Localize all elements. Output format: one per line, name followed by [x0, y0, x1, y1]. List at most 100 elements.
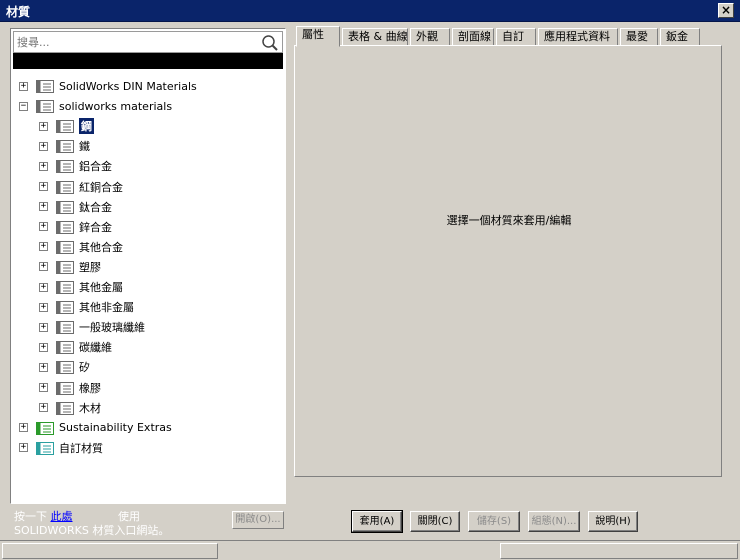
tree-item[interactable]: + 矽 — [39, 358, 90, 376]
tree-item-label: Sustainability Extras — [59, 421, 172, 435]
tree-item-label: 鐵 — [79, 140, 90, 154]
material-tree-panel: + SolidWorks DIN Materials − solidworks mat… — [10, 28, 286, 504]
material-library-icon — [56, 321, 74, 335]
materials-dialog: + SolidWorks DIN Materials − solidworks mat… — [0, 22, 740, 540]
apply-button[interactable]: 套用(A) — [351, 510, 403, 533]
tree-item[interactable]: + 塑膠 — [39, 258, 101, 276]
tab-4[interactable]: 自訂 — [496, 28, 536, 46]
expand-icon[interactable]: + — [39, 403, 48, 413]
tree-item-label: 其他非金屬 — [79, 301, 134, 315]
expand-icon[interactable]: + — [39, 222, 48, 232]
expand-icon[interactable]: + — [39, 383, 48, 392]
tab-3[interactable]: 剖面線 — [452, 28, 494, 46]
tree-item[interactable]: + 鈦合金 — [39, 198, 112, 216]
tree-item-label: 其他金屬 — [79, 281, 123, 294]
tree-item[interactable]: + SolidWorks DIN Materials — [19, 77, 197, 95]
tab-0[interactable]: 屬性 — [296, 26, 340, 47]
expand-icon[interactable]: + — [39, 342, 48, 352]
save-button[interactable]: 儲存(S) — [468, 511, 520, 532]
tree-item-label: 鋅合金 — [79, 220, 112, 234]
tab-1[interactable]: 表格 & 曲線 — [342, 28, 408, 46]
expand-icon[interactable]: + — [39, 262, 48, 272]
tree-item[interactable]: + 其他合金 — [39, 238, 123, 256]
background-window-item — [500, 543, 738, 559]
tab-6[interactable]: 最愛 — [620, 28, 658, 46]
tree-item[interactable]: + Sustainability Extras — [19, 419, 172, 437]
tree-item-label: 紅銅合金 — [79, 180, 123, 194]
material-library-icon — [56, 240, 74, 254]
search-box[interactable] — [13, 31, 283, 53]
material-library-icon — [56, 160, 74, 174]
background-strip — [0, 540, 740, 560]
material-library-icon — [56, 361, 74, 375]
open-button[interactable]: 開啟(O)... — [232, 511, 284, 529]
tree-item-label: 鋼 — [79, 118, 94, 135]
portal-text-line2: SOLIDWORKS 材質入口網站。 — [14, 524, 170, 537]
material-library-icon — [56, 401, 74, 415]
expand-icon[interactable]: + — [39, 182, 48, 191]
tree-item[interactable]: + 自訂材質 — [19, 439, 103, 457]
material-library-icon — [36, 80, 54, 93]
tree-item-label: SolidWorks DIN Materials — [59, 79, 197, 93]
material-library-icon — [36, 421, 54, 435]
expand-icon[interactable]: + — [39, 141, 48, 151]
config-button[interactable]: 組態(N)... — [528, 511, 580, 532]
expand-icon[interactable]: + — [39, 202, 48, 212]
expand-icon[interactable]: + — [39, 322, 48, 332]
tree-item[interactable]: + 其他金屬 — [39, 278, 123, 296]
material-library-icon — [56, 260, 74, 274]
material-library-icon — [56, 220, 74, 234]
tree-item-label: 自訂材質 — [59, 441, 103, 455]
title-bar[interactable]: 材質 × — [0, 0, 740, 22]
tree-item-label: 鈦合金 — [79, 200, 112, 214]
tree-item-label: 其他合金 — [79, 240, 123, 254]
close-dialog-button[interactable]: 關閉(C) — [410, 511, 460, 532]
tree-item[interactable]: + 碳纖維 — [39, 338, 112, 356]
tree-item-label: 鋁合金 — [79, 160, 112, 174]
properties-panel: 選擇一個材質來套用/編輯 — [294, 45, 722, 477]
tree-item-label: 矽 — [79, 361, 90, 375]
collapse-icon[interactable]: − — [19, 101, 28, 111]
material-library-icon — [56, 341, 74, 355]
tab-7[interactable]: 鈑金 — [660, 28, 700, 46]
tree-item-label: 木材 — [79, 401, 101, 415]
tree-item[interactable]: + 一般玻璃纖維 — [39, 318, 145, 336]
tree-item[interactable]: + 橡膠 — [39, 379, 101, 397]
material-library-icon — [36, 100, 54, 114]
tree-item[interactable]: + 紅銅合金 — [39, 178, 123, 196]
material-library-icon — [56, 281, 74, 294]
material-library-icon — [56, 381, 74, 395]
tree-item[interactable]: + 其他非金屬 — [39, 298, 134, 316]
tree-item[interactable]: + 鋅合金 — [39, 218, 112, 236]
tree-item[interactable]: + 鋁合金 — [39, 157, 112, 175]
expand-icon[interactable]: + — [39, 302, 48, 312]
search-icon[interactable] — [261, 34, 279, 52]
expand-icon[interactable]: + — [19, 81, 28, 91]
tree-item[interactable]: + 鋼 — [39, 117, 94, 135]
tree-item[interactable]: + 木材 — [39, 399, 101, 417]
tab-5[interactable]: 應用程式資料 — [538, 28, 618, 46]
filter-bar — [13, 53, 283, 69]
close-icon: × — [720, 3, 732, 17]
tree-item-label: 碳纖維 — [79, 341, 112, 355]
expand-icon[interactable]: + — [39, 362, 48, 372]
window-title: 材質 — [6, 5, 31, 19]
material-library-icon — [56, 200, 74, 214]
material-library-icon — [56, 180, 74, 194]
help-button[interactable]: 說明(H) — [588, 511, 638, 532]
tree-item-label: solidworks materials — [59, 99, 173, 113]
expand-icon[interactable]: + — [39, 161, 48, 171]
expand-icon[interactable]: + — [39, 242, 48, 252]
close-button[interactable]: × — [718, 3, 734, 18]
portal-link-area: 按一下 此處 使用 SOLIDWORKS 材質入口網站。 開啟(O)... — [10, 506, 286, 540]
search-input[interactable] — [17, 34, 257, 50]
tree-item[interactable]: − solidworks materials — [19, 97, 172, 115]
material-library-icon — [56, 140, 74, 154]
tree-item-label: 一般玻璃纖維 — [79, 321, 145, 335]
expand-icon[interactable]: + — [19, 423, 28, 433]
expand-icon[interactable]: + — [39, 282, 48, 292]
tree-item[interactable]: + 鐵 — [39, 137, 90, 155]
expand-icon[interactable]: + — [39, 121, 48, 131]
expand-icon[interactable]: + — [19, 443, 28, 453]
tab-2[interactable]: 外觀 — [410, 28, 450, 46]
